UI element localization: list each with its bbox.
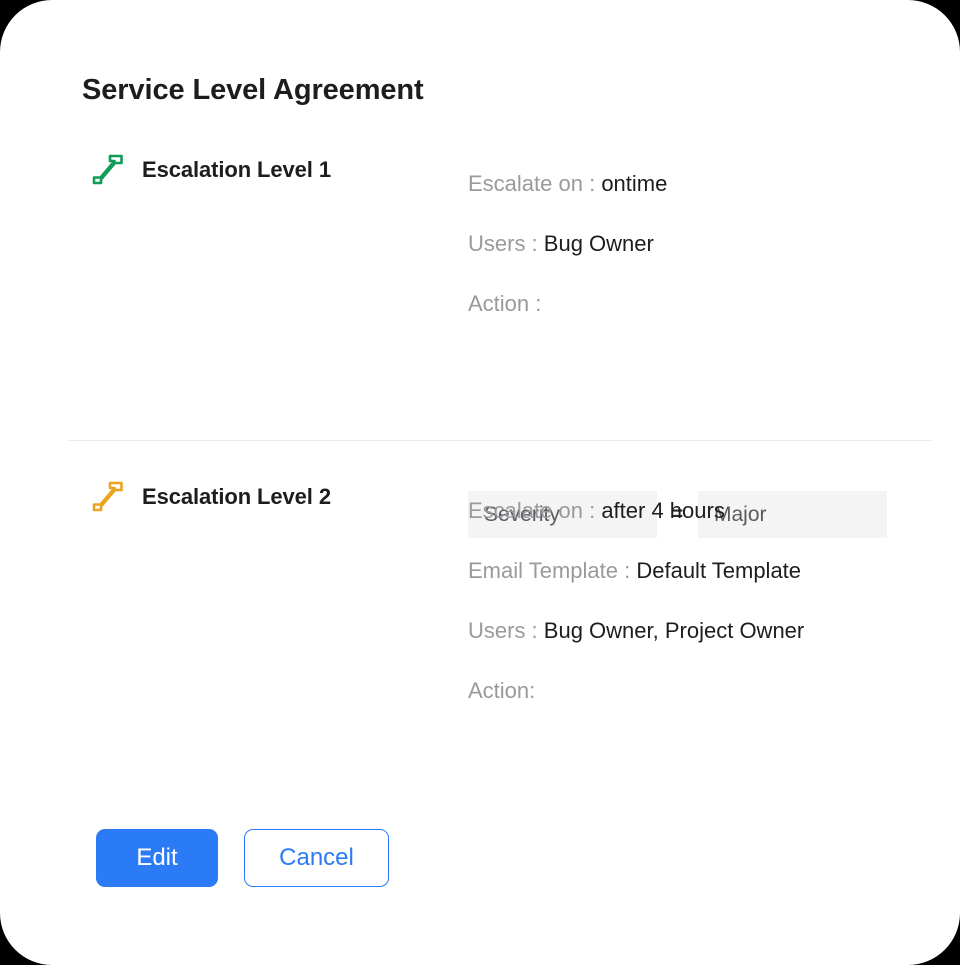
field-escalate-on: Escalate on : after 4 hours — [468, 481, 938, 541]
field-users: Users : Bug Owner, Project Owner — [468, 601, 938, 661]
escalation-level-1-header: Escalation Level 1 — [88, 150, 331, 190]
footer-actions: Edit Cancel — [96, 829, 389, 887]
edit-button[interactable]: Edit — [96, 829, 218, 887]
field-escalate-on-label: Escalate on : — [468, 498, 602, 523]
field-users-label: Users : — [468, 231, 544, 256]
escalation-level-1-fields: Escalate on : ontime Users : Bug Owner A… — [468, 154, 938, 334]
field-escalate-on: Escalate on : ontime — [468, 154, 938, 214]
field-email-template: Email Template : Default Template — [468, 541, 938, 601]
escalator-icon — [92, 154, 123, 185]
field-escalate-on-label: Escalate on : — [468, 171, 602, 196]
escalation-level-2-fields: Escalate on : after 4 hours Email Templa… — [468, 481, 938, 721]
field-action-label: Action: — [468, 678, 536, 703]
escalation-level-2-header: Escalation Level 2 — [88, 477, 331, 517]
field-users: Users : Bug Owner — [468, 214, 938, 274]
field-action-label: Action : — [468, 291, 542, 316]
escalator-icon — [92, 481, 123, 512]
field-users-label: Users : — [468, 618, 544, 643]
field-action: Action: — [468, 661, 938, 721]
escalation-level-2-title: Escalation Level 2 — [142, 484, 331, 509]
field-action: Action : — [468, 274, 938, 334]
escalation-level-1-title: Escalation Level 1 — [142, 157, 331, 182]
field-email-template-label: Email Template : — [468, 558, 637, 583]
field-email-template-value: Default Template — [636, 558, 802, 583]
cancel-button[interactable]: Cancel — [244, 829, 389, 887]
page-title: Service Level Agreement — [82, 74, 424, 106]
field-escalate-on-value: ontime — [601, 171, 668, 196]
field-escalate-on-value: after 4 hours — [601, 498, 725, 523]
sla-card: Service Level Agreement Escalation Level… — [0, 0, 960, 965]
field-users-value: Bug Owner, Project Owner — [543, 618, 805, 643]
field-users-value: Bug Owner — [543, 231, 654, 256]
section-divider — [68, 440, 932, 441]
